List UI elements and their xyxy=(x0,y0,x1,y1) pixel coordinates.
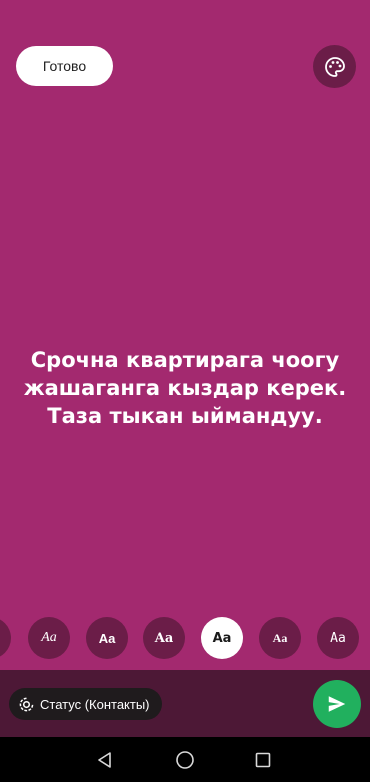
send-icon xyxy=(328,696,346,712)
home-button[interactable] xyxy=(174,749,196,771)
status-text[interactable]: Срочна квартирага чоогу жашаганга кыздар… xyxy=(0,346,370,430)
home-circle-icon xyxy=(176,751,194,769)
status-text-line: Срочна квартирага чоогу xyxy=(30,348,340,372)
composer-footer: Статус (Контакты) xyxy=(0,670,370,737)
status-text-line: Таза тыкан ыймандуу. xyxy=(47,404,323,428)
palette-icon xyxy=(324,56,345,77)
done-button[interactable]: Готово xyxy=(16,46,113,86)
status-composer: Готово Срочна квартирага чоогу жашаганга… xyxy=(0,0,370,782)
system-navigation-bar xyxy=(0,737,370,782)
status-audience-label: Статус (Контакты) xyxy=(40,696,150,712)
status-text-line: жашаганга кыздар керек. xyxy=(23,376,347,400)
status-audience-chip[interactable]: Статус (Контакты) xyxy=(9,688,162,720)
font-option[interactable]: Aa xyxy=(0,617,11,659)
font-option-sans[interactable]: Aa xyxy=(86,617,128,659)
send-button[interactable] xyxy=(313,680,361,728)
font-picker: Aa Aa Aa Aa Aa Aa Aa xyxy=(0,617,370,659)
back-triangle-icon xyxy=(98,752,111,768)
font-option-selected[interactable]: Aa xyxy=(201,617,243,659)
recents-button[interactable] xyxy=(252,749,274,771)
font-option-slab[interactable]: Aa xyxy=(259,617,301,659)
font-option-serif[interactable]: Aa xyxy=(143,617,185,659)
font-option-italic[interactable]: Aa xyxy=(28,617,70,659)
status-ring-icon xyxy=(19,697,34,711)
recents-square-icon xyxy=(255,752,271,768)
font-option-mono[interactable]: Aa xyxy=(317,617,359,659)
back-button[interactable] xyxy=(94,749,116,771)
color-palette-button[interactable] xyxy=(313,45,356,88)
